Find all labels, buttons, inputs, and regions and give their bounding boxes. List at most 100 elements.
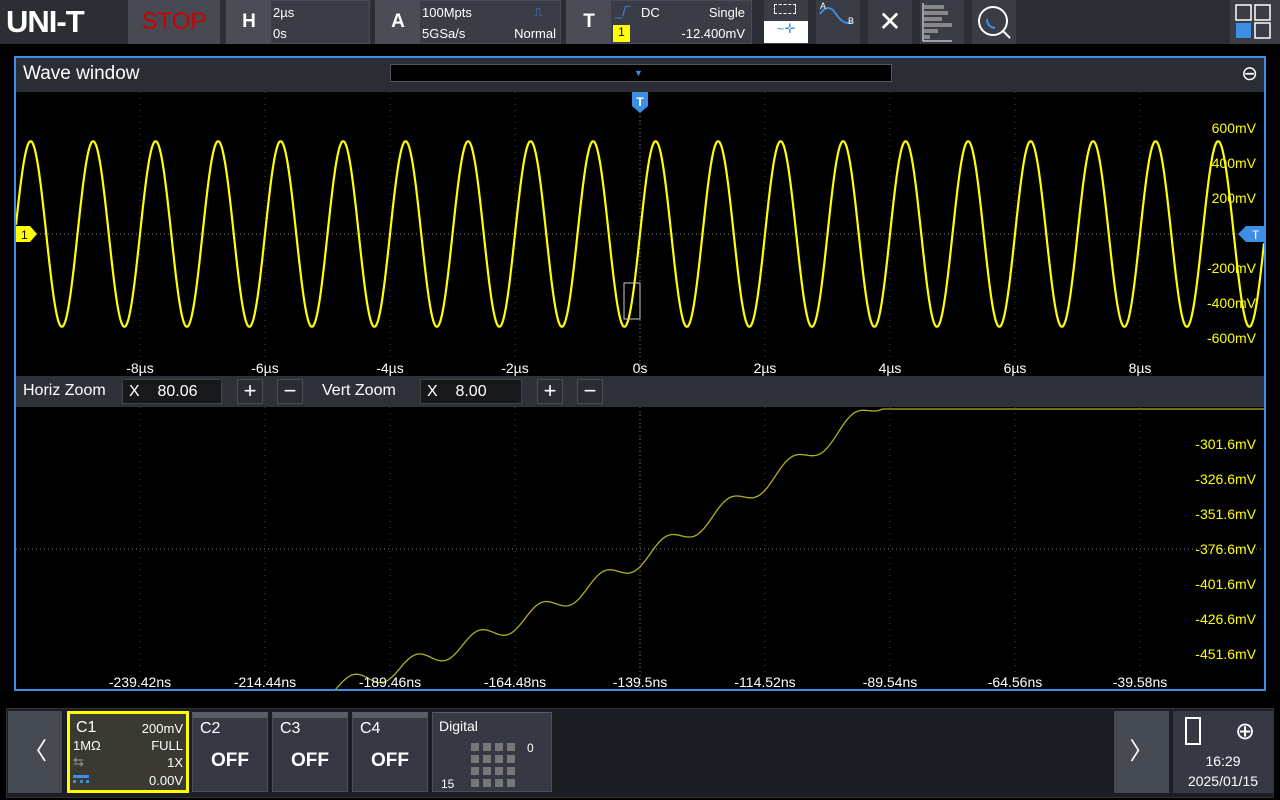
zoom-time-label: -39.58ns bbox=[1113, 674, 1167, 689]
c1-offset: 0.00V bbox=[149, 773, 183, 788]
vert-zoom-input[interactable]: X 8.00 bbox=[420, 379, 522, 404]
time-label: 4µs bbox=[879, 360, 902, 376]
zoom-volt-label: -451.6mV bbox=[1195, 646, 1256, 662]
zoom-time-label: -64.56ns bbox=[988, 674, 1042, 689]
time-label: 8µs bbox=[1129, 360, 1152, 376]
horiz-zoom-x: X bbox=[129, 383, 140, 400]
trigger-sweep: Single bbox=[708, 5, 745, 20]
zoom-volt-label: -301.6mV bbox=[1195, 436, 1256, 452]
c4-name: C4 bbox=[360, 720, 381, 737]
c1-bandwidth: FULL bbox=[151, 738, 183, 753]
time-label: -6µs bbox=[251, 360, 279, 376]
time-label: -2µs bbox=[501, 360, 529, 376]
timebase: 2µs bbox=[273, 5, 295, 20]
digital-bits-icon bbox=[471, 741, 517, 787]
trigger-source: 1 bbox=[613, 25, 630, 42]
h-label: H bbox=[227, 1, 271, 43]
layout-grid-icon[interactable] bbox=[1230, 0, 1280, 44]
c1-scale: 200mV bbox=[141, 721, 183, 736]
zoom-volt-label: -351.6mV bbox=[1195, 506, 1256, 522]
acquire-mode: Normal bbox=[514, 26, 556, 41]
channel-c4-panel[interactable]: C4 OFF bbox=[352, 712, 428, 792]
zoom-volt-label: -401.6mV bbox=[1195, 576, 1256, 592]
svg-text:B: B bbox=[848, 16, 854, 26]
channel-c2-panel[interactable]: C2 OFF bbox=[192, 712, 268, 792]
rising-edge-icon: _/‾ bbox=[615, 4, 631, 19]
c3-name: C3 bbox=[280, 720, 301, 737]
t-label: T bbox=[567, 1, 611, 43]
digital-low: 15 bbox=[441, 777, 455, 791]
vert-zoom-plus-button[interactable]: + bbox=[537, 379, 563, 404]
vert-zoom-label: Vert Zoom bbox=[322, 382, 396, 399]
horiz-zoom-minus-button[interactable]: − bbox=[277, 379, 303, 404]
cursor-ab-icon[interactable]: AB bbox=[816, 0, 860, 44]
channel-c3-panel[interactable]: C3 OFF bbox=[272, 712, 348, 792]
zoom-time-label: -239.42ns bbox=[109, 674, 171, 689]
memory-depth: 100Mpts bbox=[422, 5, 472, 20]
time-label: -8µs bbox=[126, 360, 154, 376]
zoom-time-label: -139.5ns bbox=[613, 674, 667, 689]
a-label: A bbox=[376, 1, 420, 43]
volt-label: 200mV bbox=[1212, 190, 1257, 206]
dc-coupling-icon bbox=[73, 775, 89, 783]
volt-label: 600mV bbox=[1212, 120, 1257, 136]
network-icon: ⊕ bbox=[1235, 718, 1256, 745]
usb-icon bbox=[1185, 717, 1201, 745]
volt-label: -600mV bbox=[1207, 330, 1257, 346]
c2-state: OFF bbox=[211, 750, 249, 771]
svg-text:A: A bbox=[820, 1, 826, 11]
measure-ruler-icon[interactable]: ✕ bbox=[868, 0, 912, 44]
time-label: -4µs bbox=[376, 360, 404, 376]
time-label: 0s bbox=[633, 360, 648, 376]
horiz-zoom-plus-button[interactable]: + bbox=[237, 379, 263, 404]
channel-c1-panel[interactable]: C1 200mV 1MΩ FULL ⇆ 1X 0.00V bbox=[67, 711, 189, 793]
histogram-icon[interactable] bbox=[920, 0, 964, 44]
trigger-level-label: T bbox=[1252, 228, 1260, 242]
horizontal-panel[interactable]: H 2µs 0s bbox=[226, 0, 370, 44]
volt-label: -400mV bbox=[1207, 295, 1257, 311]
volt-label: -200mV bbox=[1207, 260, 1257, 276]
brand-logo: UNI-T bbox=[6, 4, 85, 39]
digital-name: Digital bbox=[439, 718, 478, 734]
c1-name: C1 bbox=[76, 719, 97, 736]
horiz-zoom-input[interactable]: X 80.06 bbox=[122, 379, 222, 404]
coupling-icon: ⇆ bbox=[73, 754, 84, 769]
scroll-right-button[interactable]: 〉 bbox=[1114, 711, 1169, 793]
time-label: 6µs bbox=[1004, 360, 1027, 376]
search-icon[interactable] bbox=[972, 0, 1016, 44]
trigger-panel[interactable]: T _/‾ 1 DC Single -12.400mV bbox=[566, 0, 752, 44]
c1-probe: 1X bbox=[167, 755, 183, 770]
h-position: 0s bbox=[273, 26, 287, 41]
trigger-marker-label: T bbox=[636, 95, 644, 109]
trigger-coupling: DC bbox=[641, 5, 660, 20]
acquire-wave-icon: ⎍ bbox=[534, 5, 543, 19]
digital-panel[interactable]: Digital 0 15 bbox=[432, 712, 552, 792]
digital-high: 0 bbox=[527, 741, 534, 755]
channel-marker-label: 1 bbox=[21, 228, 28, 242]
vert-zoom-minus-button[interactable]: − bbox=[577, 379, 603, 404]
zoom-volt-label: -376.6mV bbox=[1195, 541, 1256, 557]
zoom-time-label: -214.44ns bbox=[234, 674, 296, 689]
scroll-left-button[interactable]: 〈 bbox=[8, 711, 62, 793]
status-panel: ⊕ 16:29 2025/01/15 bbox=[1173, 711, 1273, 793]
vert-zoom-value: 8.00 bbox=[455, 383, 487, 400]
touch-select-icon[interactable]: ~✛ bbox=[764, 0, 808, 44]
zoom-time-label: -89.54ns bbox=[863, 674, 917, 689]
acquire-panel[interactable]: A 100Mpts 5GSa/s ⎍ Normal bbox=[375, 0, 561, 44]
time-label: 2µs bbox=[754, 360, 777, 376]
zoom-volt-label: -326.6mV bbox=[1195, 471, 1256, 487]
waveform-display[interactable]: 600mV 400mV 200mV -200mV -400mV -600mV -8µs -6µ… bbox=[16, 58, 1264, 689]
clock-date: 2025/01/15 bbox=[1187, 773, 1259, 789]
c2-name: C2 bbox=[200, 720, 221, 737]
run-stop-button[interactable]: STOP bbox=[128, 0, 220, 44]
c3-state: OFF bbox=[291, 750, 329, 771]
zoom-bar: Horiz Zoom X 80.06 + − Vert Zoom X 8.00 … bbox=[16, 376, 1264, 407]
zoom-time-label: -164.48ns bbox=[484, 674, 546, 689]
c4-state: OFF bbox=[371, 750, 409, 771]
zoom-time-label: -114.52ns bbox=[734, 674, 795, 689]
zoom-time-label: -189.46ns bbox=[359, 674, 421, 689]
c1-impedance: 1MΩ bbox=[73, 738, 101, 753]
trigger-level-marker bbox=[1238, 226, 1264, 242]
volt-label: 400mV bbox=[1212, 155, 1257, 171]
trigger-level: -12.400mV bbox=[681, 26, 745, 41]
